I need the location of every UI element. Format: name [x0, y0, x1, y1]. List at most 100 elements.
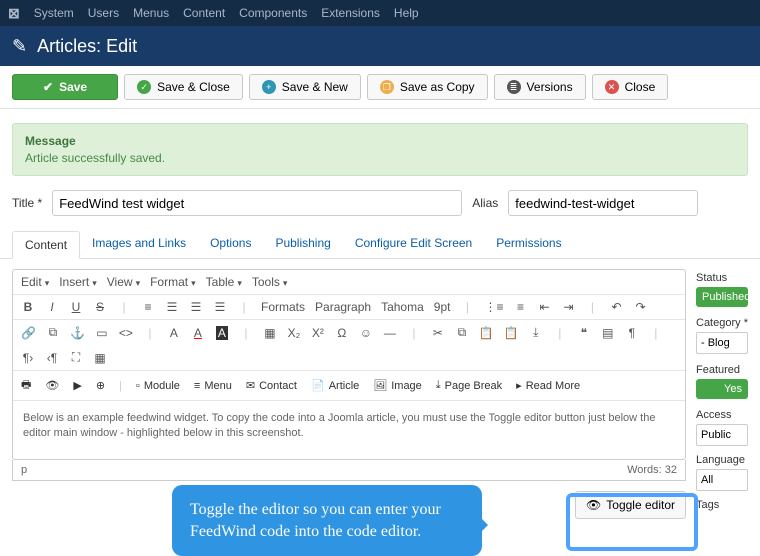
save-new-button[interactable]: +Save & New: [249, 74, 361, 100]
bold-icon[interactable]: B: [21, 300, 35, 314]
fontname-dropdown[interactable]: Tahoma: [381, 300, 424, 314]
outdent-icon[interactable]: ⇤: [537, 300, 551, 314]
editor-toolbar-1: B I U S | ≡ ☰ ☰ ☰ | Formats Paragraph Ta…: [13, 295, 685, 320]
cut-icon[interactable]: ✂: [431, 326, 445, 340]
menu-content[interactable]: Content: [183, 6, 225, 20]
template-icon[interactable]: ▤: [601, 326, 615, 340]
number-list-icon[interactable]: ≡: [513, 300, 527, 314]
paragraph-icon[interactable]: ¶: [625, 326, 639, 340]
tab-publishing[interactable]: Publishing: [263, 230, 342, 258]
unlink-icon[interactable]: ⧉: [46, 325, 60, 340]
insert-module-button[interactable]: ▫ Module: [136, 380, 180, 392]
align-justify-icon[interactable]: ☰: [213, 300, 227, 314]
access-select[interactable]: [696, 424, 748, 446]
code-icon[interactable]: <>: [119, 326, 133, 340]
alias-input[interactable]: [508, 190, 698, 216]
menu-format[interactable]: Format: [150, 275, 196, 289]
image-icon[interactable]: ▭: [95, 326, 109, 340]
tab-content[interactable]: Content: [12, 231, 80, 259]
featured-value[interactable]: Yes: [696, 379, 748, 399]
joomla-logo-icon: ⊠: [8, 5, 20, 22]
title-input[interactable]: [52, 190, 462, 216]
save-button[interactable]: ✔Save: [12, 74, 118, 100]
word-count: Words: 32: [627, 464, 677, 476]
superscript-icon[interactable]: X²: [311, 326, 325, 340]
editor-toolbar-3: 🖶 👁 ▶ ⊕ | ▫ Module ≡ Menu ✉ Contact 📄 Ar…: [13, 371, 685, 401]
media-icon[interactable]: ▶: [73, 379, 81, 392]
menu-table[interactable]: Table: [206, 275, 242, 289]
menu-components[interactable]: Components: [239, 6, 307, 20]
print-icon[interactable]: 🖶: [21, 376, 31, 395]
category-select[interactable]: [696, 332, 748, 354]
emoticon-icon[interactable]: ☺: [359, 326, 373, 340]
paste-text-icon[interactable]: 📋: [504, 326, 519, 340]
menu-extensions[interactable]: Extensions: [321, 6, 380, 20]
insert-article-button[interactable]: 📄 Article: [311, 379, 359, 392]
table-icon[interactable]: ▦: [263, 326, 277, 340]
formats-dropdown[interactable]: Formats: [261, 300, 305, 314]
insert-icon[interactable]: ⊕: [96, 379, 105, 392]
align-left-icon[interactable]: ≡: [141, 300, 155, 314]
insert-pagebreak-button[interactable]: ⤓ Page Break: [436, 379, 502, 392]
font-family-icon[interactable]: A: [167, 326, 181, 340]
menu-system[interactable]: System: [34, 6, 74, 20]
tags-label: Tags: [696, 499, 748, 511]
message-title: Message: [25, 134, 735, 148]
anchor-icon[interactable]: ⚓: [70, 326, 85, 340]
editor-content-area[interactable]: Below is an example feedwind widget. To …: [13, 401, 685, 459]
align-center-icon[interactable]: ☰: [165, 300, 179, 314]
save-close-button[interactable]: ✓Save & Close: [124, 74, 243, 100]
fontsize-dropdown[interactable]: 9pt: [434, 300, 451, 314]
copy-icon[interactable]: ⧉: [455, 325, 469, 340]
textcolor-icon[interactable]: A: [191, 326, 205, 340]
insert-contact-button[interactable]: ✉ Contact: [246, 379, 297, 392]
menu-users[interactable]: Users: [88, 6, 119, 20]
action-toolbar: ✔Save ✓Save & Close +Save & New ❐Save as…: [0, 66, 760, 109]
tab-options[interactable]: Options: [198, 230, 263, 258]
redo-icon[interactable]: ↷: [633, 300, 647, 314]
editor-status-bar: p Words: 32: [12, 460, 686, 481]
underline-icon[interactable]: U: [69, 300, 83, 314]
status-value[interactable]: Published: [696, 287, 748, 307]
save-copy-button[interactable]: ❐Save as Copy: [367, 74, 488, 100]
menu-help[interactable]: Help: [394, 6, 419, 20]
paste-icon[interactable]: 📋: [479, 326, 494, 340]
versions-icon: ≣: [507, 80, 521, 94]
menu-insert[interactable]: Insert: [59, 275, 97, 289]
menu-tools[interactable]: Tools: [252, 275, 288, 289]
tab-configure[interactable]: Configure Edit Screen: [343, 230, 484, 258]
close-button[interactable]: ✕Close: [592, 74, 669, 100]
indent-icon[interactable]: ⇥: [561, 300, 575, 314]
category-label: Category *: [696, 317, 748, 329]
element-path[interactable]: p: [21, 464, 27, 476]
strike-icon[interactable]: S: [93, 300, 107, 314]
menu-menus[interactable]: Menus: [133, 6, 169, 20]
hr-icon[interactable]: —: [383, 326, 397, 340]
tab-permissions[interactable]: Permissions: [484, 230, 573, 258]
menu-view[interactable]: View: [107, 275, 140, 289]
link-icon[interactable]: 🔗: [21, 326, 36, 340]
article-tabs: Content Images and Links Options Publish…: [0, 230, 760, 259]
blockquote-icon[interactable]: ❝: [577, 326, 591, 340]
preview-icon[interactable]: 👁: [45, 379, 59, 392]
insert-image-button[interactable]: 🖼 Image: [373, 379, 422, 392]
undo-icon[interactable]: ↶: [609, 300, 623, 314]
pagebreak-icon[interactable]: ⤓: [529, 325, 543, 340]
bgcolor-icon[interactable]: A: [215, 326, 229, 340]
subscript-icon[interactable]: X₂: [287, 326, 301, 340]
rtl-icon[interactable]: ‹¶: [45, 351, 59, 365]
align-right-icon[interactable]: ☰: [189, 300, 203, 314]
fullscreen-icon[interactable]: ⛶: [69, 350, 83, 365]
ltr-icon[interactable]: ¶›: [21, 351, 35, 365]
menu-edit[interactable]: Edit: [21, 275, 49, 289]
special-char-icon[interactable]: Ω: [335, 326, 349, 340]
bullet-list-icon[interactable]: ⋮≡: [484, 300, 503, 314]
versions-button[interactable]: ≣Versions: [494, 74, 586, 100]
insert-menu-button[interactable]: ≡ Menu: [194, 380, 232, 392]
show-blocks-icon[interactable]: ▦: [93, 351, 107, 365]
paragraph-dropdown[interactable]: Paragraph: [315, 300, 371, 314]
language-select[interactable]: [696, 469, 748, 491]
insert-readmore-button[interactable]: ▸ Read More: [516, 379, 580, 392]
tab-images[interactable]: Images and Links: [80, 230, 198, 258]
italic-icon[interactable]: I: [45, 300, 59, 314]
